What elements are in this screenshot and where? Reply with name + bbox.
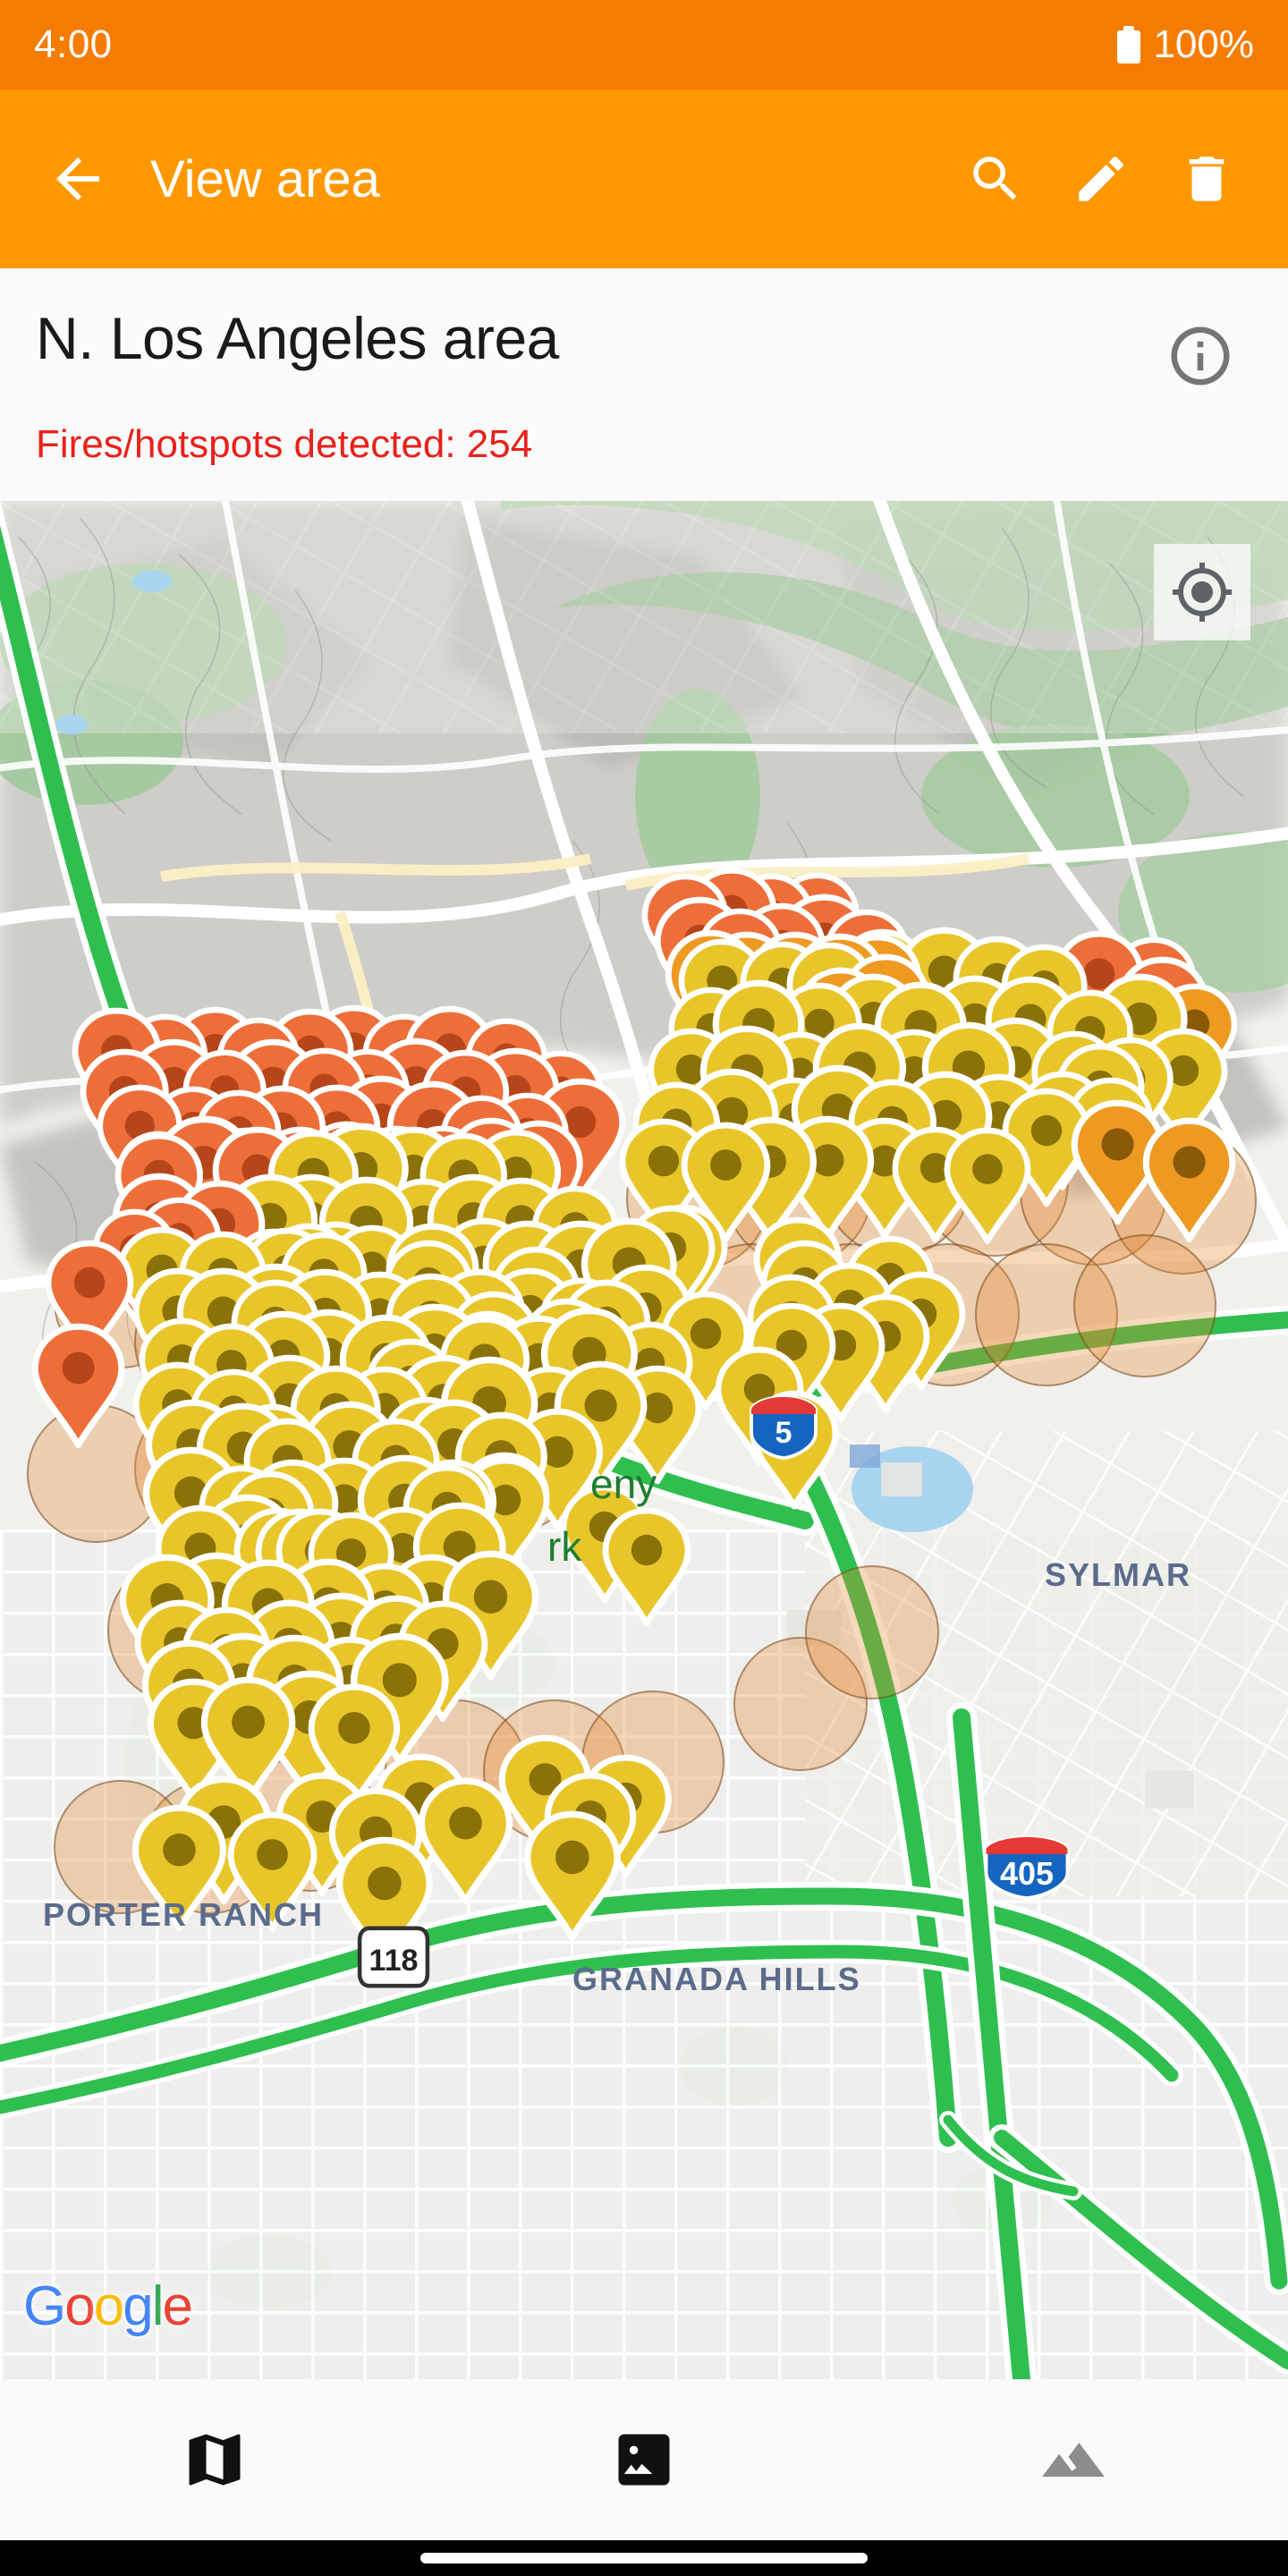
page-title: N. Los Angeles area	[36, 305, 559, 371]
status-bar-right: 100%	[1117, 22, 1254, 67]
status-time: 4:00	[34, 22, 113, 66]
logo-letter-e: e	[162, 2275, 193, 2337]
shield-label-405: 405	[1000, 1855, 1054, 1892]
fire-marker-pin[interactable]	[30, 1323, 127, 1449]
google-logo: Google	[23, 2275, 193, 2338]
status-bar: 4:00 100%	[0, 0, 1288, 89]
map-label-park-line1: eny	[590, 1461, 657, 1507]
nav-map[interactable]	[0, 2379, 429, 2540]
edit-icon	[1079, 157, 1123, 201]
app-bar: View area	[0, 89, 1288, 268]
map-view[interactable]: 5 405 118 SYLMAR PORTER RANCH GRANADA HI…	[0, 501, 1288, 2379]
shield-label-118: 118	[369, 1944, 418, 1978]
highway-shield-118: 118	[356, 1925, 431, 1989]
terrain-icon	[1042, 2443, 1105, 2477]
fire-marker-pin[interactable]	[600, 1507, 693, 1627]
my-location-icon	[1173, 563, 1232, 622]
app-bar-title: View area	[150, 149, 380, 208]
map-label-sylmar: SYLMAR	[1045, 1556, 1191, 1593]
info-button[interactable]	[1157, 313, 1243, 399]
header-section: N. Los Angeles area Fires/hotspots detec…	[0, 268, 1288, 501]
fire-marker-pin[interactable]	[1140, 1117, 1238, 1243]
search-button[interactable]	[943, 126, 1048, 232]
back-button[interactable]	[29, 130, 127, 228]
logo-letter-l: l	[151, 2275, 165, 2337]
search-icon	[973, 157, 1017, 200]
nav-terrain[interactable]	[859, 2379, 1288, 2540]
map-label-park-line2: rk	[547, 1523, 582, 1570]
phone-screen: 4:00 100% View area N. Los Angeles area …	[0, 0, 1288, 2576]
logo-letter-o2: o	[93, 2275, 125, 2337]
map-label-granada-hills: GRANADA HILLS	[572, 1961, 861, 1997]
shield-label-5: 5	[775, 1416, 792, 1450]
battery-full-icon	[1117, 26, 1141, 64]
battery-percent-text: 100%	[1153, 22, 1254, 66]
nav-satellite[interactable]	[429, 2379, 859, 2540]
logo-letter-g1: G	[23, 2275, 66, 2337]
info-outline-icon	[1171, 326, 1230, 386]
fire-marker-pin[interactable]	[942, 1127, 1033, 1245]
image-icon	[618, 2434, 670, 2486]
arrow-back-icon	[56, 157, 99, 200]
highway-shield-i5: 5	[750, 1394, 818, 1461]
map-icon	[189, 2434, 241, 2486]
gesture-pill[interactable]	[420, 2553, 868, 2563]
fire-count-text: Fires/hotspots detected: 254	[36, 422, 533, 466]
map-label-porter-ranch: PORTER RANCH	[43, 1896, 325, 1933]
edit-button[interactable]	[1048, 126, 1154, 232]
bottom-navigation	[0, 2379, 1288, 2540]
logo-letter-o1: o	[64, 2275, 96, 2337]
gesture-navigation-bar	[0, 2540, 1288, 2576]
my-location-button[interactable]	[1154, 544, 1250, 640]
delete-icon	[1189, 157, 1224, 201]
logo-letter-g2: g	[123, 2275, 154, 2337]
highway-shield-i405: 405	[984, 1835, 1070, 1901]
delete-button[interactable]	[1154, 126, 1259, 232]
fire-marker-pin[interactable]	[521, 1810, 623, 1941]
